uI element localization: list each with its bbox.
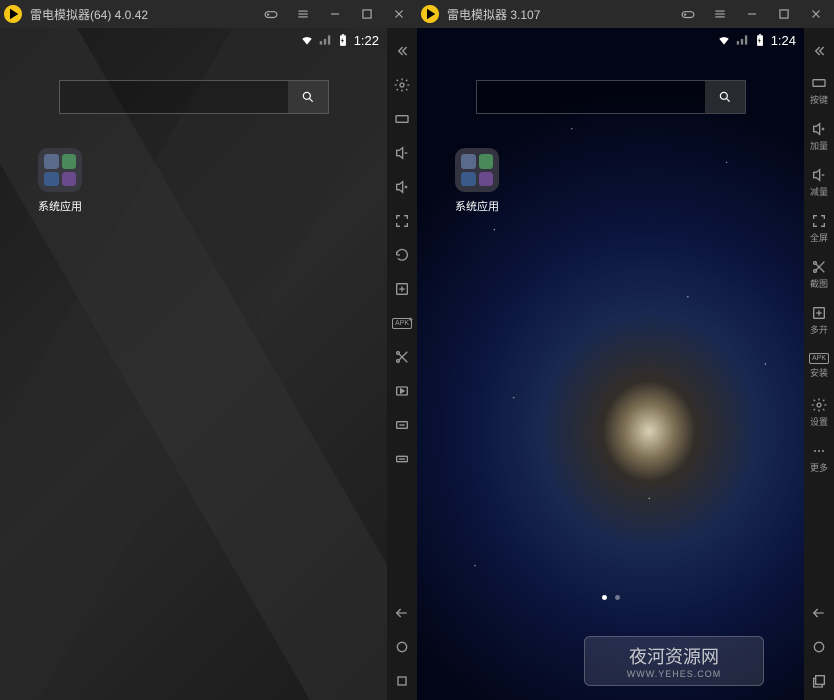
- script-icon[interactable]: [387, 410, 417, 440]
- search-input[interactable]: [477, 81, 705, 113]
- maximize-button[interactable]: [353, 0, 381, 28]
- minimize-button[interactable]: [321, 0, 349, 28]
- fullscreen-button[interactable]: 全屏: [804, 208, 834, 248]
- apk-icon: APK: [809, 353, 829, 364]
- search-bar[interactable]: [59, 80, 329, 114]
- app-label: 系统应用: [38, 198, 82, 214]
- maximize-button[interactable]: [770, 0, 798, 28]
- titlebar-right: 雷电模拟器 3.107: [417, 0, 834, 28]
- signal-icon: [735, 33, 749, 47]
- watermark-title: 夜河资源网: [629, 643, 719, 669]
- settings-button[interactable]: 设置: [804, 392, 834, 432]
- page-indicator: [602, 595, 620, 600]
- phone-screen-left[interactable]: 1:22 系统应用: [0, 28, 387, 700]
- status-bar: 1:24: [717, 28, 804, 52]
- logo-icon: [421, 5, 439, 23]
- logo-icon: [4, 5, 22, 23]
- apk-install-icon[interactable]: APK+: [387, 308, 417, 338]
- multi-instance-button[interactable]: 多开: [804, 300, 834, 340]
- hamburger-menu-icon[interactable]: [289, 0, 317, 28]
- titlebar-left: 雷电模拟器(64) 4.0.42: [0, 0, 417, 28]
- wifi-icon: [300, 33, 314, 47]
- watermark-url: WWW.YEHES.COM: [627, 669, 722, 679]
- record-icon[interactable]: [387, 376, 417, 406]
- keyboard-button[interactable]: 按键: [804, 70, 834, 110]
- wifi-icon: [717, 33, 731, 47]
- search-button[interactable]: [705, 81, 745, 113]
- expand-icon[interactable]: [387, 36, 417, 66]
- add-box-icon[interactable]: [387, 274, 417, 304]
- more-icon[interactable]: [387, 444, 417, 474]
- minimize-button[interactable]: [738, 0, 766, 28]
- scissors-icon[interactable]: [387, 342, 417, 372]
- emulator-right: 雷电模拟器 3.107 1:24: [417, 0, 834, 700]
- status-time: 1:22: [354, 33, 379, 48]
- window-title: 雷电模拟器 3.107: [447, 6, 540, 23]
- search-input[interactable]: [60, 81, 288, 113]
- back-icon[interactable]: [387, 598, 417, 628]
- volume-down-button[interactable]: 减量: [804, 162, 834, 202]
- fullscreen-icon[interactable]: [387, 206, 417, 236]
- volume-up-icon[interactable]: [387, 172, 417, 202]
- page-dot: [615, 595, 620, 600]
- hamburger-menu-icon[interactable]: [706, 0, 734, 28]
- phone-screen-right[interactable]: 1:24 系统应用: [417, 28, 804, 700]
- rotate-icon[interactable]: [387, 240, 417, 270]
- volume-up-button[interactable]: 加量: [804, 116, 834, 156]
- close-button[interactable]: [385, 0, 413, 28]
- page-dot-active: [602, 595, 607, 600]
- more-button[interactable]: 更多: [804, 438, 834, 478]
- keyboard-icon[interactable]: [387, 104, 417, 134]
- status-bar: 1:22: [300, 28, 387, 52]
- app-folder-system[interactable]: 系统应用: [30, 148, 90, 214]
- screenshot-button[interactable]: 截图: [804, 254, 834, 294]
- sidebar-right: 按键 加量 减量 全屏 截图 多开 APK: [804, 28, 834, 700]
- window-title: 雷电模拟器(64) 4.0.42: [30, 6, 148, 23]
- gamepad-icon[interactable]: [674, 0, 702, 28]
- app-label: 系统应用: [455, 198, 499, 214]
- back-icon[interactable]: [804, 598, 834, 628]
- home-icon[interactable]: [804, 632, 834, 662]
- recents-icon[interactable]: [387, 666, 417, 696]
- settings-gear-icon[interactable]: [387, 70, 417, 100]
- emulator-left: 雷电模拟器(64) 4.0.42 1:22: [0, 0, 417, 700]
- status-time: 1:24: [771, 33, 796, 48]
- search-bar[interactable]: [476, 80, 746, 114]
- home-icon[interactable]: [387, 632, 417, 662]
- expand-icon[interactable]: [804, 36, 834, 66]
- app-folder-system[interactable]: 系统应用: [447, 148, 507, 214]
- volume-down-icon[interactable]: [387, 138, 417, 168]
- gamepad-icon[interactable]: [257, 0, 285, 28]
- sidebar-left: APK+: [387, 28, 417, 700]
- battery-icon: [753, 33, 767, 47]
- install-apk-button[interactable]: APK 安装: [804, 346, 834, 386]
- watermark: 夜河资源网 WWW.YEHES.COM: [584, 636, 764, 686]
- battery-icon: [336, 33, 350, 47]
- search-button[interactable]: [288, 81, 328, 113]
- recents-icon[interactable]: [804, 666, 834, 696]
- signal-icon: [318, 33, 332, 47]
- close-button[interactable]: [802, 0, 830, 28]
